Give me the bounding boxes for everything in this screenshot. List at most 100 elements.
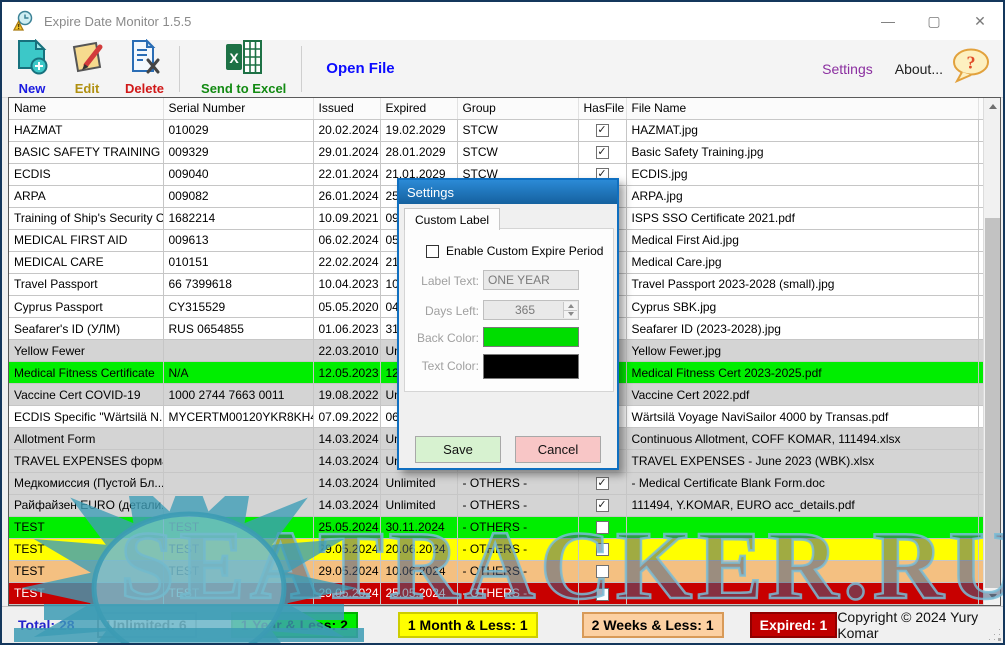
table-row[interactable]: BASIC SAFETY TRAINING00932929.01.202428.…	[9, 141, 983, 163]
toolbar-separator	[301, 46, 302, 92]
column-header[interactable]: Issued	[313, 98, 380, 119]
table-cell: - OTHERS -	[457, 538, 578, 560]
table-cell: STCW	[457, 119, 578, 141]
hasfile-checkbox[interactable]	[596, 565, 609, 578]
column-header[interactable]: Group	[457, 98, 578, 119]
hasfile-checkbox[interactable]: ✓	[596, 477, 609, 490]
table-row[interactable]: TESTTEST29.05.202410.06.2024- OTHERS -	[9, 560, 983, 582]
new-button-label: New	[19, 81, 46, 96]
table-cell: 25.05.2024	[313, 516, 380, 538]
enable-custom-period-checkbox[interactable]	[426, 245, 439, 258]
help-question-icon[interactable]: ?	[951, 48, 991, 89]
cancel-button[interactable]: Cancel	[515, 436, 601, 463]
file-name-cell: Seafarer ID (2023-2028).jpg	[626, 318, 978, 340]
table-cell: Unlimited	[380, 494, 457, 516]
scrollbar-thumb[interactable]	[985, 218, 1000, 588]
table-cell: 07.09.2022	[313, 406, 380, 428]
app-clock-warning-icon	[12, 10, 34, 32]
table-cell: TEST	[163, 560, 313, 582]
table-cell: Yellow Fewer	[9, 340, 163, 362]
resize-grip[interactable]	[999, 639, 1000, 640]
file-name-cell: Wärtsilä Voyage NaviSailor 4000 by Trans…	[626, 406, 978, 428]
one-month-count-badge: 1 Month & Less: 1	[398, 612, 538, 638]
column-header[interactable]: Name	[9, 98, 163, 119]
file-name-cell: 111494, Y.KOMAR, EURO acc_details.pdf	[626, 494, 978, 516]
stepper-arrows-icon[interactable]	[563, 302, 577, 318]
scroll-down-icon[interactable]	[984, 588, 1001, 605]
table-cell: N/A	[163, 362, 313, 384]
hasfile-checkbox[interactable]	[596, 521, 609, 534]
file-name-cell: Cyprus SBK.jpg	[626, 296, 978, 318]
svg-text:X: X	[229, 50, 239, 66]
table-cell: 1000 2744 7663 0011	[163, 384, 313, 406]
table-row[interactable]: TESTTEST29.05.202425.05.2024- OTHERS -	[9, 582, 983, 604]
scroll-up-icon[interactable]	[984, 98, 1001, 115]
copyright-text: Copyright © 2024 Yury Komar	[837, 609, 981, 641]
table-cell: Seafarer's ID (УЛМ)	[9, 318, 163, 340]
maximize-button[interactable]: ▢	[911, 2, 957, 40]
hasfile-checkbox[interactable]: ✓	[596, 146, 609, 159]
enable-custom-period-row: Enable Custom Expire Period	[426, 244, 603, 258]
table-row[interactable]: Медкомиссия (Пустой Бл...14.03.2024Unlim…	[9, 472, 983, 494]
table-row[interactable]: TESTTEST29.05.202420.06.2024- OTHERS -	[9, 538, 983, 560]
table-cell: 009613	[163, 229, 313, 251]
table-cell: ECDIS	[9, 163, 163, 185]
settings-tab-strip: Custom Label	[399, 207, 617, 230]
send-to-excel-button[interactable]: X Send to Excel	[194, 42, 293, 96]
settings-button[interactable]: Settings	[822, 61, 873, 77]
table-cell: 29.05.2024	[313, 538, 380, 560]
title-bar: Expire Date Monitor 1.5.5 — ▢ ✕	[2, 2, 1003, 40]
table-cell: 29.01.2024	[313, 141, 380, 163]
settings-dialog: Settings Custom Label Enable Custom Expi…	[397, 178, 619, 470]
table-cell: Cyprus Passport	[9, 296, 163, 318]
hasfile-checkbox[interactable]	[596, 588, 609, 601]
close-button[interactable]: ✕	[957, 2, 1003, 40]
hasfile-checkbox[interactable]: ✓	[596, 499, 609, 512]
text-color-swatch[interactable]	[483, 354, 579, 379]
table-cell: Allotment Form	[9, 428, 163, 450]
column-header[interactable]: Expired	[380, 98, 457, 119]
file-name-cell	[626, 516, 978, 538]
hasfile-checkbox[interactable]: ✓	[596, 124, 609, 137]
new-button[interactable]: New	[8, 42, 56, 96]
column-header[interactable]: Serial Number	[163, 98, 313, 119]
table-row[interactable]: TESTTEST25.05.202430.11.2024- OTHERS -	[9, 516, 983, 538]
file-name-cell: HAZMAT.jpg	[626, 119, 978, 141]
column-header[interactable]: File Name	[626, 98, 978, 119]
table-cell: 14.03.2024	[313, 428, 380, 450]
vertical-scrollbar[interactable]	[983, 98, 1000, 605]
file-name-cell: TRAVEL EXPENSES - June 2023 (WBK).xlsx	[626, 450, 978, 472]
toolbar-separator	[179, 46, 180, 92]
table-cell: 66 7399618	[163, 273, 313, 295]
days-left-label: Days Left:	[399, 304, 479, 318]
open-file-button[interactable]: Open File	[326, 60, 394, 77]
table-cell: 1682214	[163, 207, 313, 229]
tab-custom-label[interactable]: Custom Label	[404, 208, 500, 230]
table-cell: TEST	[163, 538, 313, 560]
delete-button[interactable]: Delete	[118, 42, 171, 96]
table-cell: 12.05.2023	[313, 362, 380, 384]
edit-button[interactable]: Edit	[62, 42, 112, 96]
table-cell: 25.05.2024	[380, 582, 457, 604]
table-cell: 10.04.2023	[313, 273, 380, 295]
table-row[interactable]: HAZMAT01002920.02.202419.02.2029STCW✓HAZ…	[9, 119, 983, 141]
minimize-button[interactable]: —	[865, 2, 911, 40]
table-row[interactable]: Райфайзен EURO (детали... 14.03.2024Unlim…	[9, 494, 983, 516]
table-cell: 14.03.2024	[313, 494, 380, 516]
table-cell: Райфайзен EURO (детали...	[9, 494, 163, 516]
save-button[interactable]: Save	[415, 436, 501, 463]
table-cell: 19.02.2029	[380, 119, 457, 141]
table-cell: TEST	[9, 516, 163, 538]
table-cell: 20.06.2024	[380, 538, 457, 560]
back-color-swatch[interactable]	[483, 327, 579, 347]
file-name-cell: - Medical Certificate Blank Form.doc	[626, 472, 978, 494]
svg-text:?: ?	[967, 53, 976, 73]
column-header[interactable]: HasFile	[578, 98, 626, 119]
table-cell: TEST	[163, 516, 313, 538]
file-name-cell: ARPA.jpg	[626, 185, 978, 207]
file-name-cell: Basic Safety Training.jpg	[626, 141, 978, 163]
label-text-input[interactable]: ONE YEAR	[483, 270, 579, 290]
hasfile-checkbox[interactable]	[596, 543, 609, 556]
about-button[interactable]: About...	[895, 61, 943, 77]
days-left-stepper[interactable]: 365	[483, 300, 579, 320]
